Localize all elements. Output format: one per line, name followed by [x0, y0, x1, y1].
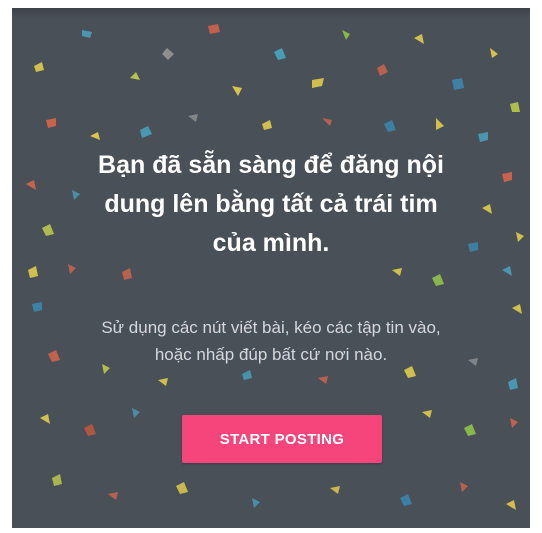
confetti-piece: [232, 86, 242, 96]
start-posting-panel: Bạn đã sẵn sàng để đăng nội dung lên bằn…: [12, 8, 530, 528]
confetti-piece: [342, 30, 350, 40]
confetti-piece: [32, 302, 42, 312]
confetti-piece: [34, 62, 44, 72]
confetti-piece: [312, 78, 324, 88]
confetti-piece: [274, 48, 286, 60]
instructions-line: hoặc nhấp đúp bất cứ nơi nào.: [154, 345, 388, 364]
headline-line: của mình.: [212, 229, 330, 257]
confetti-piece: [122, 268, 132, 280]
confetti-piece: [162, 48, 174, 60]
headline-line: Bạn đã sẵn sàng để đăng nội: [98, 151, 444, 179]
confetti-piece: [108, 492, 118, 500]
confetti-piece: [330, 486, 340, 494]
confetti-piece: [392, 268, 402, 276]
confetti-piece: [422, 410, 432, 418]
confetti-piece: [452, 78, 464, 90]
confetti-piece: [502, 266, 512, 276]
confetti-piece: [318, 376, 328, 384]
confetti-piece: [176, 482, 188, 494]
confetti-piece: [436, 118, 444, 130]
confetti-piece: [28, 266, 38, 278]
confetti-piece: [52, 474, 62, 486]
confetti-piece: [252, 498, 260, 508]
confetti-piece: [508, 378, 518, 390]
confetti-piece: [130, 72, 140, 80]
confetti-piece: [460, 482, 468, 492]
instructions-line: Sử dụng các nút viết bài, kéo các tập ti…: [101, 318, 441, 337]
confetti-piece: [464, 424, 476, 436]
confetti-piece: [322, 118, 332, 126]
confetti-piece: [400, 494, 412, 506]
confetti-piece: [82, 30, 92, 38]
confetti-piece: [84, 424, 96, 436]
confetti-piece: [140, 126, 152, 138]
confetti-piece: [512, 304, 522, 314]
confetti-piece: [414, 34, 424, 44]
confetti-piece: [188, 114, 198, 122]
confetti-piece: [40, 414, 50, 424]
confetti-piece: [90, 132, 100, 140]
confetti-piece: [208, 24, 220, 34]
confetti-piece: [432, 274, 444, 286]
confetti-piece: [46, 118, 56, 128]
confetti-piece: [490, 48, 498, 58]
start-posting-button[interactable]: START POSTING: [182, 415, 382, 463]
confetti-piece: [506, 500, 516, 510]
confetti-piece: [68, 264, 76, 274]
confetti-piece: [384, 120, 396, 132]
confetti-piece: [242, 370, 252, 380]
confetti-piece: [132, 408, 140, 418]
confetti-piece: [502, 172, 512, 182]
instructions-text: Sử dụng các nút viết bài, kéo các tập ti…: [42, 314, 500, 368]
confetti-piece: [478, 132, 488, 142]
confetti-piece: [26, 180, 36, 190]
headline: Bạn đã sẵn sàng để đăng nội dung lên bằn…: [52, 146, 490, 263]
confetti-piece: [262, 120, 272, 130]
confetti-piece: [158, 378, 168, 386]
confetti-piece: [516, 232, 524, 242]
screenshot-frame: Bạn đã sẵn sàng để đăng nội dung lên bằn…: [0, 0, 542, 533]
confetti-piece: [510, 418, 518, 428]
confetti-piece: [510, 102, 520, 112]
confetti-piece: [377, 64, 388, 76]
headline-line: dung lên bằng tất cả trái tim: [104, 190, 438, 218]
